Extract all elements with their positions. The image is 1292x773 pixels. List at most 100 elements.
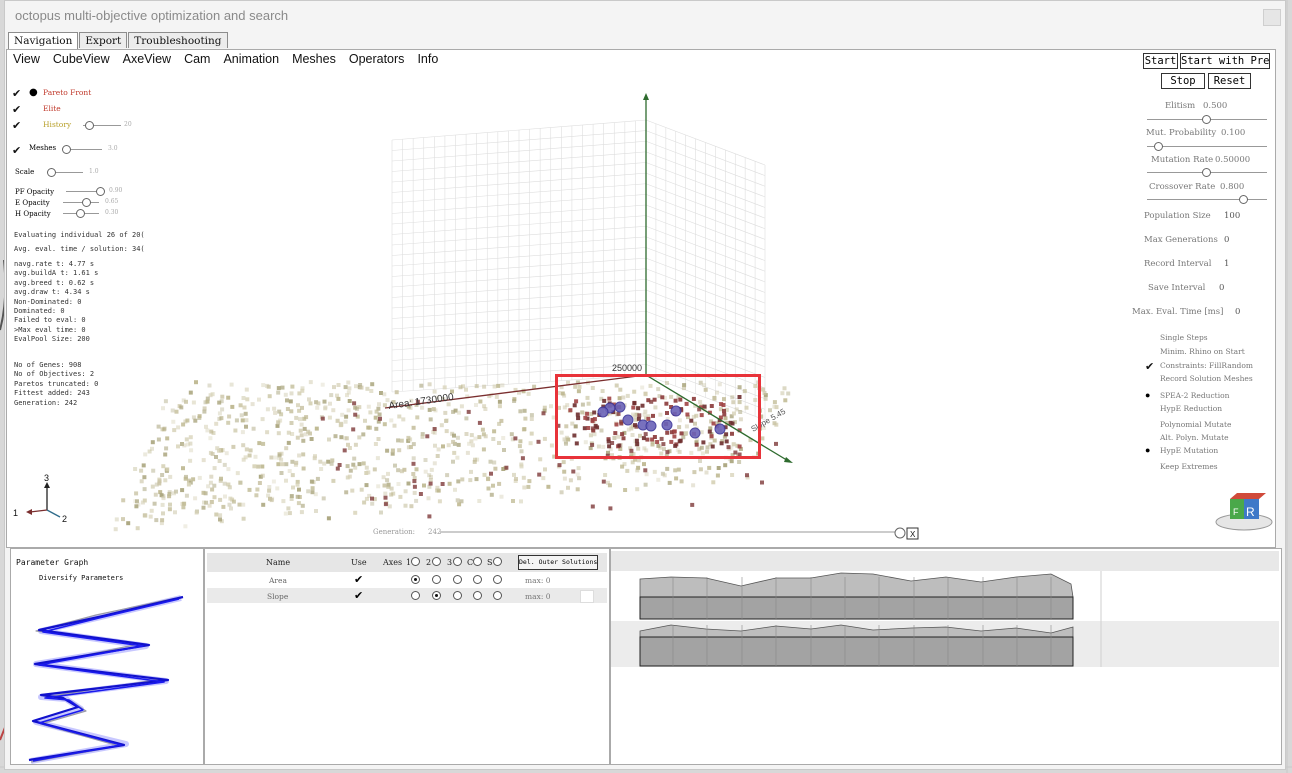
history-point: [473, 457, 477, 462]
history-point: [361, 461, 366, 466]
history-point: [460, 477, 465, 482]
area-axis-radio-1[interactable]: [411, 575, 420, 584]
history-point: [415, 415, 420, 420]
history-point: [230, 404, 235, 409]
history-point: [320, 416, 325, 421]
history-point: [542, 436, 547, 441]
history-point: [296, 501, 301, 506]
option-record-meshes[interactable]: Record Solution Meshes: [1160, 374, 1253, 383]
slope-axis-radio-1[interactable]: [411, 591, 420, 600]
history-point: [497, 441, 501, 445]
slope-axis-radio-s[interactable]: [493, 591, 502, 600]
history-point: [150, 440, 155, 445]
pf-opacity-slider-knob[interactable]: [96, 187, 105, 196]
elitism-slider-knob[interactable]: [1202, 115, 1211, 124]
history-point: [181, 398, 186, 403]
history-point: [464, 416, 469, 421]
history-point: [337, 463, 342, 467]
max-eval-time-value[interactable]: 0: [1235, 307, 1240, 317]
constraints-checkbox[interactable]: ✔: [1145, 360, 1154, 373]
elite-checkbox[interactable]: ✔: [12, 103, 21, 116]
history-point: [357, 435, 362, 440]
history-point: [559, 490, 564, 495]
history-point: [310, 486, 315, 491]
mut-probability-slider-knob[interactable]: [1154, 142, 1163, 151]
meshes-checkbox[interactable]: ✔: [12, 144, 21, 157]
history-point: [745, 473, 749, 478]
history-point: [167, 507, 172, 512]
max-generations-value[interactable]: 0: [1224, 235, 1229, 245]
population-size-value[interactable]: 100: [1224, 211, 1240, 221]
history-point: [470, 443, 475, 448]
history-point: [359, 487, 364, 492]
reset-button[interactable]: Reset: [1208, 73, 1251, 89]
slope-axis-radio-2[interactable]: [432, 591, 441, 600]
pareto-front-checkbox[interactable]: ✔: [12, 87, 21, 100]
history-point: [188, 441, 193, 446]
del-outer-solutions-button[interactable]: Del. Outer Solutions: [518, 555, 598, 570]
history-point: [541, 476, 546, 481]
option-hype-reduction[interactable]: HypE Reduction: [1160, 404, 1222, 413]
history-point: [316, 401, 321, 406]
history-point: [447, 481, 452, 486]
history-point: [295, 494, 300, 499]
area-axis-radio-s[interactable]: [493, 575, 502, 584]
meshes-slider-knob[interactable]: [62, 145, 71, 154]
history-point: [260, 464, 265, 469]
history-point: [474, 384, 479, 389]
area-axis-radio-2[interactable]: [432, 575, 441, 584]
axis-header-radio-1[interactable]: [411, 557, 420, 566]
axis-header-radio-3[interactable]: [453, 557, 462, 566]
option-alt-polyn-mutate[interactable]: Alt. Polyn. Mutate: [1160, 433, 1229, 442]
history-slider-knob[interactable]: [85, 121, 94, 130]
history-point: [519, 464, 524, 469]
option-single-steps[interactable]: Single Steps: [1160, 333, 1208, 342]
axis-header-radio-2[interactable]: [432, 557, 441, 566]
hype-mutation-radio[interactable]: ●: [1145, 445, 1150, 455]
option-spea2[interactable]: SPEA-2 Reduction: [1160, 391, 1229, 400]
scale-slider-knob[interactable]: [47, 168, 56, 177]
history-checkbox[interactable]: ✔: [12, 119, 21, 132]
history-point: [289, 497, 294, 501]
option-minim-rhino[interactable]: Minim. Rhino on Start: [1160, 347, 1245, 356]
history-point: [537, 472, 542, 477]
record-interval-value[interactable]: 1: [1224, 259, 1229, 269]
history-point: [152, 501, 157, 506]
h-opacity-slider-knob[interactable]: [76, 209, 85, 218]
history-point: [783, 398, 788, 403]
elitism-label: Elitism: [1165, 101, 1196, 111]
slope-axis-radio-c[interactable]: [473, 591, 482, 600]
history-point: [194, 510, 199, 515]
option-polynomial-mutate[interactable]: Polynomial Mutate: [1160, 420, 1231, 429]
use-checkbox-slope[interactable]: ✔: [354, 589, 363, 602]
spea2-radio[interactable]: ●: [1145, 390, 1150, 400]
crossover-rate-slider-knob[interactable]: [1239, 195, 1248, 204]
axis-header-radio-c[interactable]: [473, 557, 482, 566]
option-constraints[interactable]: Constraints: FillRandom: [1160, 361, 1253, 370]
start-with-preset-button[interactable]: Start with Prese: [1180, 53, 1270, 69]
pareto-3d-view[interactable]: Area: 1730000 250000 Slope 5.45 3 1 2 F …: [0, 0, 1292, 548]
slope-max-input[interactable]: [580, 590, 594, 603]
history-point: [134, 491, 139, 496]
view-cube-icon[interactable]: F R: [1215, 493, 1273, 531]
area-axis-radio-3[interactable]: [453, 575, 462, 584]
save-interval-value[interactable]: 0: [1219, 283, 1224, 293]
history-point: [442, 385, 447, 390]
e-opacity-slider-knob[interactable]: [82, 198, 91, 207]
area-axis-radio-c[interactable]: [473, 575, 482, 584]
use-checkbox-area[interactable]: ✔: [354, 573, 363, 586]
history-point: [737, 460, 742, 464]
option-keep-extremes[interactable]: Keep Extremes: [1160, 462, 1218, 471]
history-point: [267, 488, 272, 493]
history-point: [482, 384, 487, 389]
mutation-rate-slider-knob[interactable]: [1202, 168, 1211, 177]
start-button[interactable]: Start: [1143, 53, 1178, 69]
generation-slider-knob[interactable]: [894, 527, 906, 539]
axis-header-radio-s[interactable]: [493, 557, 502, 566]
history-point: [502, 448, 506, 452]
max-eval-time-label: Max. Eval. Time [ms]: [1132, 307, 1224, 317]
history-point: [691, 483, 696, 488]
option-hype-mutation[interactable]: HypE Mutation: [1160, 446, 1218, 455]
stop-button[interactable]: Stop: [1161, 73, 1205, 89]
slope-axis-radio-3[interactable]: [453, 591, 462, 600]
